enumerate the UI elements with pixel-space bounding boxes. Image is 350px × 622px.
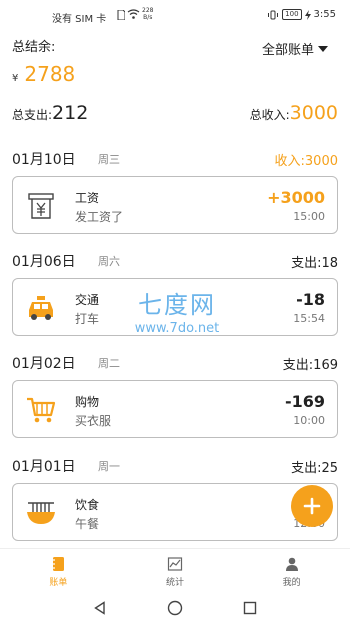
sim-icon: [117, 10, 125, 20]
balance-amount: 2788: [24, 62, 76, 86]
day-header: 01月10日 周三 收入:3000: [12, 149, 338, 169]
day-date: 01月02日: [12, 356, 76, 372]
record-note: 午餐: [75, 517, 100, 531]
caret-down-icon: [318, 45, 328, 52]
record-category: 工资: [75, 191, 100, 205]
day-header: 01月01日 周一 支出:25: [12, 456, 338, 476]
total-expense-amount: 212: [52, 102, 89, 124]
day-header: 01月02日 周二 支出:169: [12, 353, 338, 373]
tab-mine-label: 我的: [282, 577, 301, 588]
day-date: 01月06日: [12, 254, 76, 270]
salary-icon: [25, 190, 57, 222]
currency-symbol: ¥: [12, 73, 19, 84]
day-date: 01月01日: [12, 459, 76, 475]
record-note: 打车: [75, 312, 100, 326]
total-expense: 总支出: 212: [12, 102, 88, 124]
tab-bills[interactable]: 账单: [0, 549, 117, 594]
record-amount: +3000: [267, 188, 325, 207]
record-category: 交通: [75, 293, 100, 307]
bill-filter-label: 全部账单: [261, 43, 314, 58]
record-card[interactable]: 交通 打车 -18 15:54: [12, 278, 338, 336]
net-speed-value: 228: [142, 7, 154, 14]
day-date: 01月10日: [12, 152, 76, 168]
total-income-label: 总收入:: [249, 108, 290, 122]
day-summary: 支出:25: [291, 461, 338, 476]
chart-icon: [167, 556, 183, 571]
day-weekday: 周二: [98, 357, 120, 370]
total-expense-label: 总支出:: [12, 108, 53, 122]
noodle-bowl-icon: [25, 497, 57, 529]
home-circle-icon: [167, 600, 183, 616]
record-time: 15:00: [293, 210, 325, 223]
tab-bills-label: 账单: [49, 577, 68, 588]
record-card[interactable]: 购物 买衣服 -169 10:00: [12, 380, 338, 438]
carrier-text: 没有 SIM 卡: [52, 14, 107, 25]
clock: 3:55: [313, 9, 336, 20]
record-amount: -169: [284, 392, 325, 411]
bill-filter-dropdown[interactable]: 全部账单: [262, 39, 328, 58]
user-icon: [285, 557, 298, 571]
totals-row: 总支出: 212 总收入: 3000: [12, 98, 338, 124]
day-summary: 支出:169: [282, 358, 338, 373]
shopping-cart-icon: [25, 394, 57, 426]
vibrate-icon: [268, 10, 279, 19]
record-category: 饮食: [75, 498, 100, 512]
record-time: 10:00: [293, 414, 325, 427]
day-weekday: 周六: [98, 255, 120, 268]
day-header: 01月06日 周六 支出:18: [12, 251, 338, 271]
battery-icon: 100: [282, 9, 302, 20]
record-amount: -18: [296, 290, 325, 309]
record-category: 购物: [75, 395, 100, 409]
wifi-icon: [127, 9, 140, 19]
charging-icon: [304, 9, 311, 20]
nav-back-button[interactable]: [90, 598, 110, 618]
nav-recents-button[interactable]: [240, 598, 260, 618]
bottom-tab-bar: 账单 统计 我的: [0, 548, 350, 594]
record-card[interactable]: 饮食 午餐 12:00: [12, 483, 338, 541]
recents-square-icon: [243, 601, 257, 615]
total-income: 总收入: 3000: [250, 102, 338, 124]
net-speed: 228 B/s: [142, 7, 153, 21]
add-record-button[interactable]: [291, 485, 333, 527]
day-weekday: 周一: [98, 460, 120, 473]
status-right: 100 3:55: [267, 9, 336, 20]
record-card[interactable]: 工资 发工资了 +3000 15:00: [12, 176, 338, 234]
record-time: 15:54: [293, 312, 325, 325]
day-weekday: 周三: [98, 153, 120, 166]
tab-mine[interactable]: 我的: [233, 549, 350, 594]
day-summary: 支出:18: [291, 256, 338, 271]
notebook-icon: [52, 556, 65, 571]
balance: ¥ 2788: [12, 62, 75, 86]
balance-label: 总结余:: [12, 40, 56, 55]
total-income-amount: 3000: [289, 102, 338, 124]
taxi-icon: [25, 292, 57, 324]
tab-statistics-label: 统计: [166, 577, 185, 588]
record-note: 买衣服: [75, 414, 112, 428]
net-speed-unit: B/s: [143, 14, 153, 21]
record-note: 发工资了: [75, 210, 124, 224]
day-summary: 收入:3000: [274, 154, 338, 169]
tab-statistics[interactable]: 统计: [117, 549, 234, 594]
nav-home-button[interactable]: [165, 598, 185, 618]
status-bar: 没有 SIM 卡 228 B/s 100 3:55: [0, 0, 350, 32]
system-nav-bar: [0, 594, 350, 622]
back-triangle-icon: [94, 601, 105, 615]
plus-icon: [303, 497, 321, 515]
